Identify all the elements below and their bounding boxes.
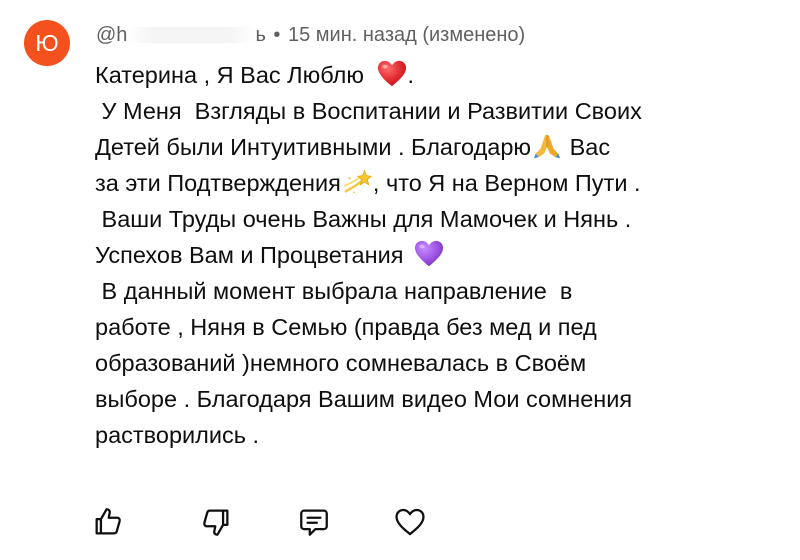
comment-line: растворились . xyxy=(95,417,785,453)
dizzy-star-emoji xyxy=(343,169,372,194)
comment-line: образований )немного сомневалась в Своём xyxy=(95,345,785,381)
avatar[interactable]: Ю xyxy=(24,20,70,66)
comment-line: Детей были Интуитивными . Благодарю Вас xyxy=(95,129,785,165)
comment-line-text: Успехов Вам и Процветания xyxy=(95,242,404,268)
comment-line: выборе . Благодаря Вашим видео Мои сомне… xyxy=(95,381,785,417)
comment-text: Катерина , Я Вас Люблю . У Меня Взгляды … xyxy=(95,57,785,453)
comment-line-text: . xyxy=(407,62,415,88)
comment-meta: @h ь • 15 мин. назад (изменено) xyxy=(96,22,525,48)
dislike-button[interactable] xyxy=(196,502,236,542)
author-name[interactable]: @h ь xyxy=(96,24,266,46)
comment-line: Ваши Труды очень Важны для Мамочек и Нян… xyxy=(95,201,785,237)
comment-line: У Меня Взгляды в Воспитании и Развитии С… xyxy=(95,93,785,129)
author-redacted xyxy=(127,27,256,43)
comment-icon xyxy=(300,509,328,536)
comment-card: Ю @h ь • 15 мин. назад (изменено) Катерин… xyxy=(0,0,800,560)
thumbs-up-icon xyxy=(95,508,121,535)
comment-line: Успехов Вам и Процветания xyxy=(95,237,785,273)
red-heart-emoji xyxy=(377,60,406,87)
folded-hands-emoji xyxy=(533,134,561,159)
reply-button[interactable] xyxy=(294,502,334,542)
comment-line-text: Катерина , Я Вас Люблю xyxy=(95,62,364,88)
avatar-letter: Ю xyxy=(35,30,59,56)
like-button[interactable] xyxy=(88,502,128,542)
heart-button[interactable] xyxy=(390,502,430,542)
comment-line-text: У Меня Взгляды в Воспитании и Развитии С… xyxy=(95,98,642,124)
heart-outline-icon xyxy=(395,508,425,536)
comment-line: работе , Няня в Семью (правда без мед и … xyxy=(95,309,785,345)
comment-line-text: , что Я на Верном Пути . xyxy=(372,170,641,196)
comment-line-text: выборе . Благодаря Вашим видео Мои сомне… xyxy=(95,386,633,412)
comment-line-text: за эти Подтверждения xyxy=(95,170,341,196)
thumbs-down-icon xyxy=(203,509,229,536)
author-suffix: ь xyxy=(255,24,266,46)
comment-line-text: работе , Няня в Семью (правда без мед и … xyxy=(95,314,597,340)
comment-line-text: Детей были Интуитивными . Благодарю xyxy=(95,134,532,160)
comment-line: Катерина , Я Вас Люблю . xyxy=(95,57,785,93)
meta-separator: • xyxy=(273,24,281,46)
author-prefix: @h xyxy=(96,24,128,46)
comment-line-text: Ваши Труды очень Важны для Мамочек и Нян… xyxy=(95,206,632,232)
purple-heart-emoji xyxy=(414,240,444,267)
comment-line-text: растворились . xyxy=(95,422,260,448)
comment-line: В данный момент выбрала направление в xyxy=(95,273,785,309)
comment-line: за эти Подтверждения , что Я на Верном П… xyxy=(95,165,785,201)
comment-line-text: В данный момент выбрала направление в xyxy=(95,278,573,304)
comment-line-text: образований )немного сомневалась в Своём xyxy=(95,350,587,376)
timestamp[interactable]: 15 мин. назад (изменено) xyxy=(288,24,525,46)
comment-line-text: Вас xyxy=(563,134,611,160)
